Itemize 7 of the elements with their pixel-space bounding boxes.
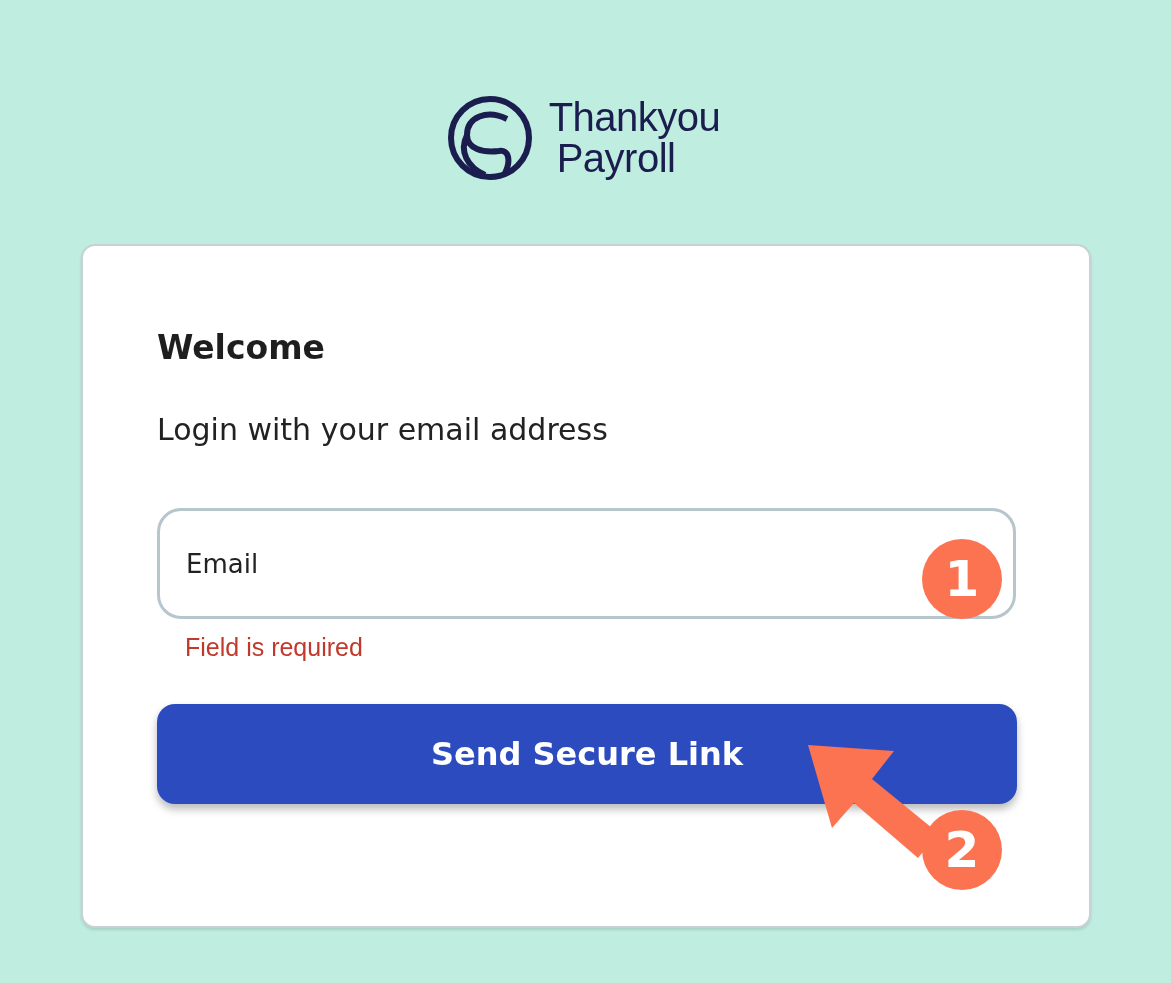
error-message: Field is required bbox=[185, 632, 363, 662]
welcome-heading: Welcome bbox=[157, 328, 326, 368]
logo-icon bbox=[446, 95, 533, 181]
logo-text: Thankyou bbox=[548, 97, 721, 138]
logo-text: Payroll bbox=[556, 138, 676, 179]
send-link-button[interactable]: Send Secure Link bbox=[157, 704, 1017, 804]
login-instruction: Login with your email address bbox=[157, 411, 609, 449]
